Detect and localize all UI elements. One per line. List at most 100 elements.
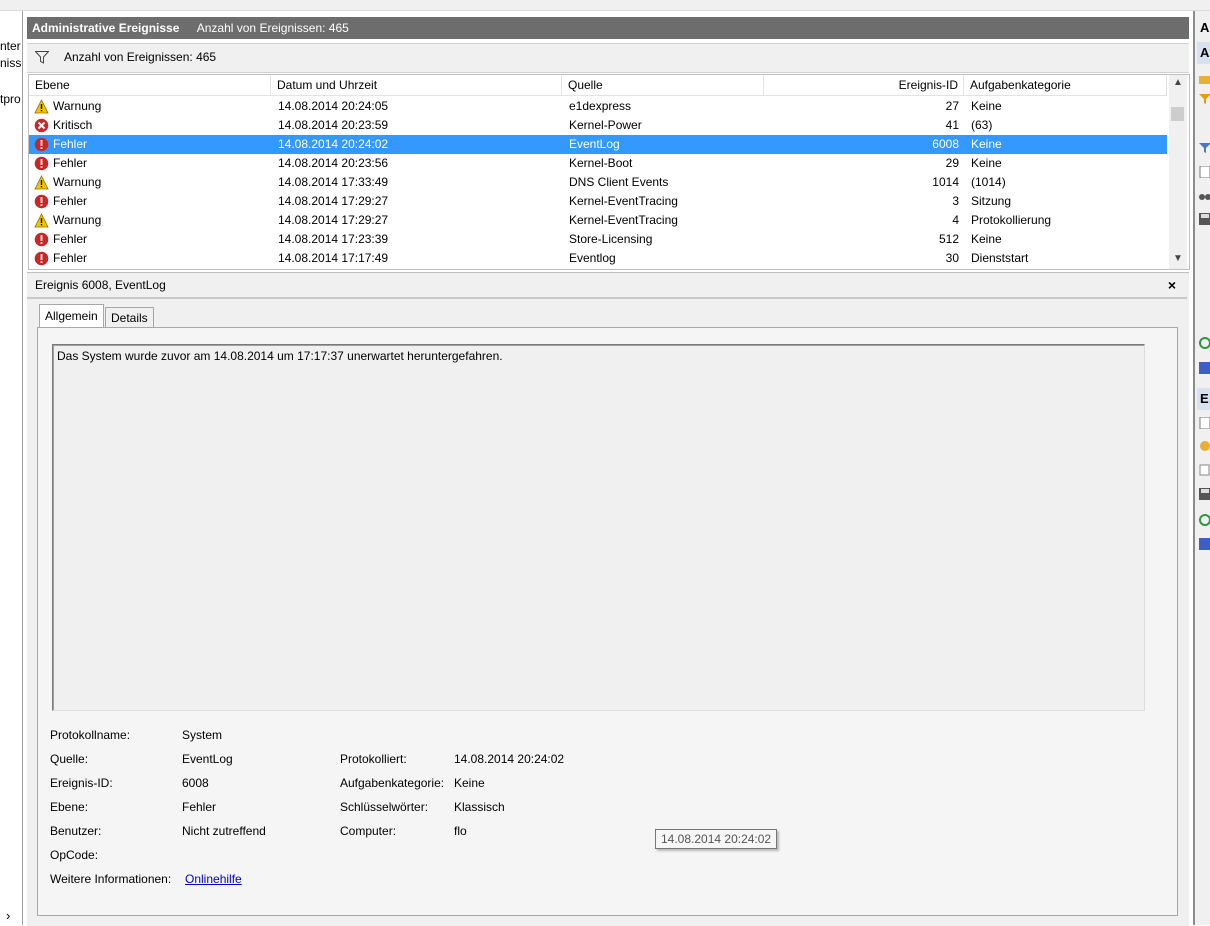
critical-icon xyxy=(34,118,49,133)
event-id-value: 6008 xyxy=(182,776,209,790)
left-navigation-pane: nter nisse tpro › xyxy=(0,11,23,925)
computer-value: flo xyxy=(454,824,467,838)
tab-details[interactable]: Details xyxy=(105,307,154,328)
actions-section-header[interactable]: A xyxy=(1197,42,1210,64)
actions-header-text: A xyxy=(1197,17,1210,39)
column-header-event-id[interactable]: Ereignis-ID xyxy=(764,75,964,95)
scroll-up-icon[interactable]: ▲ xyxy=(1169,75,1187,91)
column-header-level[interactable]: Ebene xyxy=(29,75,271,95)
binoculars-icon[interactable] xyxy=(1199,189,1210,201)
keywords-label: Schlüsselwörter: xyxy=(340,800,429,814)
event-count: Anzahl von Ereignissen: 465 xyxy=(196,21,349,35)
cell-source: Kernel-Power xyxy=(569,118,642,132)
logged-time-tooltip: 14.08.2014 20:24:02 xyxy=(655,829,778,849)
cell-source: Store-Licensing xyxy=(569,232,653,246)
scroll-down-icon[interactable]: ▼ xyxy=(1169,251,1187,267)
table-row[interactable]: Warnung 14.08.2014 20:24:05 e1dexpress 27 Ke… xyxy=(29,97,1167,116)
user-label: Benutzer: xyxy=(50,824,102,838)
cell-level: Fehler xyxy=(53,137,88,151)
tab-general[interactable]: Allgemein xyxy=(39,304,104,328)
cell-event-id: 512 xyxy=(938,232,959,246)
error-icon xyxy=(34,137,49,152)
table-row[interactable]: Fehler 14.08.2014 20:23:56 Kernel-Boot 29 Ke… xyxy=(29,154,1167,173)
cell-datetime: 14.08.2014 20:23:56 xyxy=(278,156,389,170)
copy-icon[interactable] xyxy=(1199,464,1210,476)
column-header-source[interactable]: Quelle xyxy=(562,75,764,95)
general-tab-panel: Das System wurde zuvor am 14.08.2014 um … xyxy=(37,327,1178,916)
save-icon[interactable] xyxy=(1199,213,1210,225)
cell-event-id: 3 xyxy=(952,194,959,208)
folder-open-icon[interactable] xyxy=(1199,73,1210,85)
event-description-box[interactable]: Das System wurde zuvor am 14.08.2014 um … xyxy=(52,344,1145,711)
cell-level: Fehler xyxy=(53,194,88,208)
cell-datetime: 14.08.2014 20:23:59 xyxy=(278,118,389,132)
cell-datetime: 14.08.2014 17:17:49 xyxy=(278,251,389,265)
cell-level: Warnung xyxy=(53,99,102,113)
cell-category: (1014) xyxy=(971,175,1006,189)
attach-task-icon[interactable] xyxy=(1199,440,1210,452)
event-description-text: Das System wurde zuvor am 14.08.2014 um … xyxy=(57,349,503,363)
table-row[interactable]: Fehler 14.08.2014 17:23:39 Store-Licensing… xyxy=(29,230,1167,249)
event-detail-pane: Ereignis 6008, EventLog × Allgemein Deta… xyxy=(27,272,1189,926)
save-icon[interactable] xyxy=(1199,488,1210,500)
scroll-thumb[interactable] xyxy=(1171,107,1184,121)
level-value: Fehler xyxy=(182,800,217,814)
cell-category: Sitzung xyxy=(971,194,1012,208)
column-header-category[interactable]: Aufgabenkategorie xyxy=(964,75,1167,95)
cell-source: e1dexpress xyxy=(569,99,632,113)
cell-event-id: 29 xyxy=(945,156,959,170)
table-row[interactable]: Fehler 14.08.2014 17:17:49 Eventlog 30 Diens… xyxy=(29,249,1167,268)
view-title: Administrative Ereignisse xyxy=(32,21,180,35)
error-icon xyxy=(34,251,49,266)
filter-icon[interactable] xyxy=(1199,93,1210,105)
more-info-label: Weitere Informationen: xyxy=(50,872,172,886)
left-pane-item[interactable]: nisse xyxy=(0,56,22,70)
cell-event-id: 27 xyxy=(945,99,959,113)
cell-category: Dienststart xyxy=(971,251,1029,265)
document-icon[interactable] xyxy=(1199,166,1210,178)
event-properties-icon[interactable] xyxy=(1199,417,1210,429)
cell-source: DNS Client Events xyxy=(569,175,669,189)
cell-source: Kernel-Boot xyxy=(569,156,633,170)
table-row[interactable]: Kritisch 14.08.2014 20:23:59 Kernel-Power 4… xyxy=(29,116,1167,135)
cell-level: Warnung xyxy=(53,175,102,189)
cell-category: Keine xyxy=(971,137,1002,151)
chevron-right-icon[interactable]: › xyxy=(6,908,10,923)
cell-event-id: 6008 xyxy=(932,137,959,151)
cell-source: Eventlog xyxy=(569,251,616,265)
column-header-datetime[interactable]: Datum und Uhrzeit xyxy=(271,75,562,95)
cell-event-id: 1014 xyxy=(932,175,959,189)
left-pane-item[interactable]: tpro xyxy=(0,92,21,106)
detail-title: Ereignis 6008, EventLog xyxy=(35,278,166,292)
event-actions-section-header[interactable]: E xyxy=(1197,388,1210,410)
cell-datetime: 14.08.2014 20:24:02 xyxy=(278,137,389,151)
left-pane-item[interactable]: nter xyxy=(0,39,21,53)
refresh-icon[interactable] xyxy=(1199,514,1210,526)
cell-datetime: 14.08.2014 20:24:05 xyxy=(278,99,389,113)
table-header: Ebene Datum und Uhrzeit Quelle Ereignis-… xyxy=(29,75,1167,96)
logged-value: 14.08.2014 20:24:02 xyxy=(454,752,565,766)
filter-count-label: Anzahl von Ereignissen: 465 xyxy=(64,50,217,64)
table-row[interactable]: Warnung 14.08.2014 17:29:27 Kernel-EventTr… xyxy=(29,211,1167,230)
cell-category: Keine xyxy=(971,156,1002,170)
table-row[interactable]: Fehler 14.08.2014 20:24:02 EventLog 6008 Kei… xyxy=(29,135,1167,154)
task-category-label: Aufgabenkategorie: xyxy=(340,776,445,790)
online-help-link[interactable]: Onlinehilfe xyxy=(185,872,242,886)
cell-category: Keine xyxy=(971,232,1002,246)
table-row[interactable]: Warnung 14.08.2014 17:33:49 DNS Client Eve… xyxy=(29,173,1167,192)
cell-source: Kernel-EventTracing xyxy=(569,194,678,208)
cell-datetime: 14.08.2014 17:33:49 xyxy=(278,175,389,189)
filter-bar: Anzahl von Ereignissen: 465 xyxy=(27,43,1189,73)
error-icon xyxy=(34,194,49,209)
cell-level: Fehler xyxy=(53,251,88,265)
table-row[interactable]: Fehler 14.08.2014 17:29:27 Kernel-EventTra… xyxy=(29,192,1167,211)
help-icon[interactable] xyxy=(1199,538,1210,550)
refresh-icon[interactable] xyxy=(1199,337,1210,349)
table-scrollbar[interactable]: ▲ ▼ xyxy=(1169,75,1187,269)
filter-icon[interactable] xyxy=(1199,142,1210,154)
logged-label: Protokolliert: xyxy=(340,752,407,766)
close-icon[interactable]: × xyxy=(1165,273,1179,297)
help-icon[interactable] xyxy=(1199,362,1210,374)
cell-datetime: 14.08.2014 17:29:27 xyxy=(278,213,389,227)
warning-icon xyxy=(34,99,49,114)
